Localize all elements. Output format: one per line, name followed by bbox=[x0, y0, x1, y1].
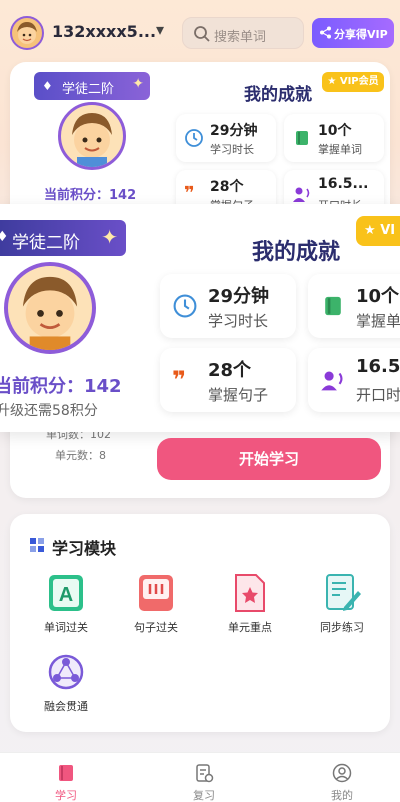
clock-icon bbox=[185, 129, 203, 147]
chevron-down-icon[interactable]: ▾ bbox=[156, 20, 164, 39]
stat-tile-words-large: 10个 掌握单 bbox=[308, 274, 400, 338]
points-label-large: 当前积分：142 bbox=[0, 376, 122, 397]
module-sync-practice[interactable]: 同步练习 bbox=[302, 573, 382, 643]
share-label: 分享得VIP bbox=[334, 28, 388, 41]
search-placeholder: 搜索单词 bbox=[214, 30, 267, 45]
book-icon bbox=[59, 765, 73, 781]
user-avatar[interactable] bbox=[10, 16, 44, 50]
book-icon bbox=[296, 131, 308, 145]
quote-icon: ❞ bbox=[184, 183, 195, 204]
unit-count-line: 单元数：8 bbox=[55, 449, 106, 462]
share-icon bbox=[320, 26, 331, 39]
user-id[interactable]: 132xxxx5... bbox=[52, 22, 156, 41]
level-label: 学徒二阶 bbox=[62, 82, 115, 97]
stat-tile-study-time-large: 29分钟 学习时长 bbox=[160, 274, 296, 338]
search-icon bbox=[194, 26, 210, 42]
stat-tile-study-time: 29分钟 学习时长 bbox=[176, 114, 276, 162]
achievements-title-large: 我的成就 bbox=[252, 240, 341, 265]
level-badge-large: ♦ 学徒二阶 ✦ bbox=[0, 220, 126, 256]
profile-icon bbox=[332, 763, 352, 783]
speaker-icon bbox=[293, 187, 310, 202]
gem-icon: ♦ bbox=[42, 79, 53, 93]
module-integration[interactable]: 融会贯通 bbox=[26, 652, 106, 722]
sparkle-icon: ✦ bbox=[132, 76, 144, 92]
module-word-pass[interactable]: A 单词过关 bbox=[26, 573, 106, 643]
speaker-icon bbox=[321, 371, 343, 391]
module-sentence-pass[interactable]: 句子过关 bbox=[116, 573, 196, 643]
bottom-nav: 学习 复习 我的 bbox=[0, 752, 400, 802]
stat-tile-words: 10个 掌握单词 bbox=[284, 114, 384, 162]
connect-icon bbox=[48, 654, 84, 690]
search-box[interactable]: 搜索单词 bbox=[182, 17, 304, 49]
nav-tab-mine[interactable]: 我的 bbox=[302, 753, 382, 802]
profile-avatar-large[interactable] bbox=[4, 262, 96, 354]
review-icon bbox=[196, 764, 214, 783]
modules-title: 学习模块 bbox=[52, 539, 117, 558]
grid-icon bbox=[30, 538, 44, 552]
word-a-icon: A bbox=[49, 575, 83, 611]
vip-badge[interactable]: ★ VIP会员 bbox=[322, 72, 384, 92]
top-bar: 132xxxx5... ▾ 搜索单词 分享得VIP bbox=[0, 0, 400, 64]
vip-badge-large[interactable]: ★ VI bbox=[356, 216, 400, 246]
clock-icon bbox=[173, 294, 197, 318]
sentence-icon bbox=[139, 575, 173, 611]
share-vip-button[interactable]: 分享得VIP bbox=[312, 18, 394, 48]
upgrade-hint: 升级还需58积分 bbox=[0, 403, 98, 419]
zoomed-profile-overlay: ♦ 学徒二阶 ✦ 当前积分：142 升级还需58积分 我的成就 ★ VI 29分… bbox=[0, 204, 400, 432]
points-label-small: 当前积分：142 bbox=[44, 188, 137, 203]
profile-avatar[interactable] bbox=[58, 102, 126, 170]
module-unit-key[interactable]: 单元重点 bbox=[210, 573, 290, 643]
star-doc-icon bbox=[235, 574, 265, 612]
pencil-doc-icon bbox=[326, 574, 361, 611]
level-badge: ♦ 学徒二阶 ✦ bbox=[34, 72, 150, 100]
achievements-title: 我的成就 bbox=[244, 85, 312, 105]
svg-text:A: A bbox=[59, 584, 73, 606]
stat-tile-speaking-large: 16.5 开口时 bbox=[308, 348, 400, 412]
book-icon bbox=[325, 296, 341, 316]
nav-tab-study[interactable]: 学习 bbox=[26, 753, 106, 802]
start-learning-button[interactable]: 开始学习 bbox=[157, 438, 381, 480]
stat-tile-sentences-large: ❞ 28个 掌握句子 bbox=[160, 348, 296, 412]
quote-icon: ❞ bbox=[172, 366, 187, 394]
nav-tab-review[interactable]: 复习 bbox=[164, 753, 244, 802]
gem-icon: ♦ bbox=[0, 229, 9, 245]
sparkle-icon: ✦ bbox=[101, 225, 118, 249]
